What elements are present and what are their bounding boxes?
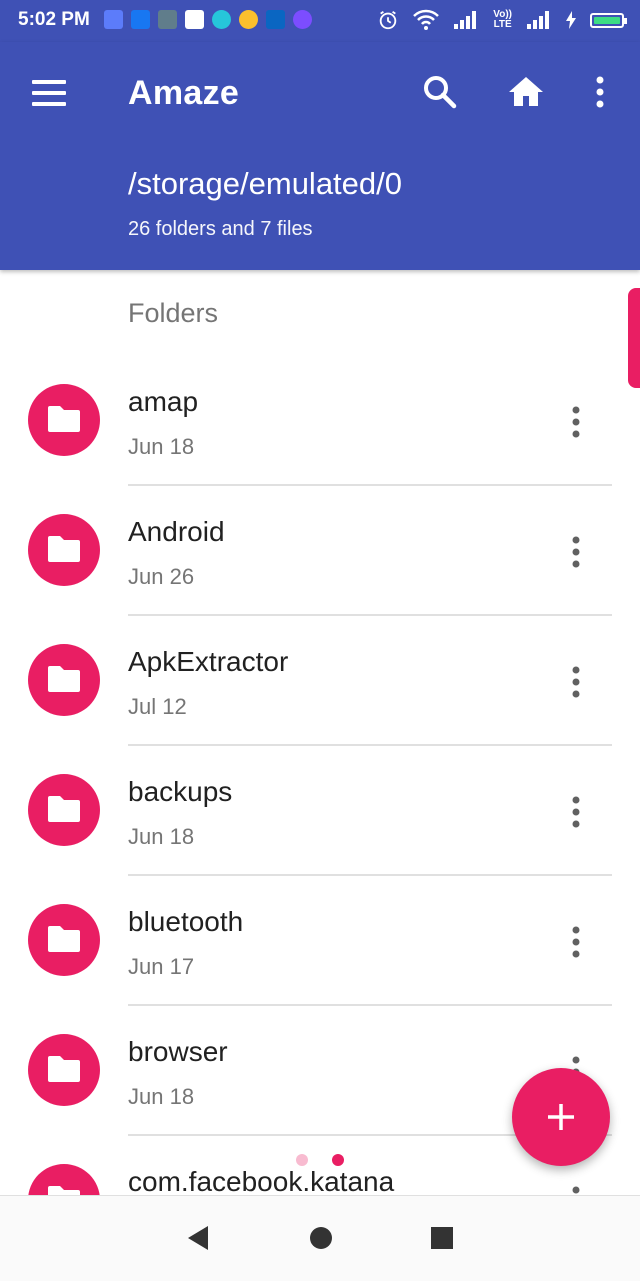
charging-icon [566, 11, 576, 29]
list-item[interactable]: amap Jun 18 [0, 356, 640, 486]
folder-icon [48, 1056, 80, 1082]
signal-icon [454, 11, 477, 29]
folder-icon [48, 536, 80, 562]
chrome-icon [239, 10, 258, 29]
more-options-icon[interactable] [560, 532, 592, 572]
folder-icon [48, 796, 80, 822]
battery-icon [590, 12, 627, 28]
back-icon[interactable] [186, 1224, 210, 1252]
volte-label: Vo)) LTE [493, 10, 512, 30]
volte-bottom: LTE [493, 19, 512, 30]
overflow-menu-icon[interactable] [580, 72, 620, 112]
signal-icon [527, 11, 549, 29]
list-item[interactable]: ApkExtractor Jul 12 [0, 616, 640, 746]
add-fab-button[interactable] [512, 1068, 610, 1166]
folder-avatar [28, 774, 100, 846]
folder-date: Jun 17 [128, 954, 195, 979]
status-bar: 5:02 PM Vo)) LTE [0, 0, 640, 42]
chat-icon [212, 10, 231, 29]
folder-name: bluetooth [128, 906, 244, 937]
status-right: Vo)) LTE [377, 9, 627, 31]
folder-icon [48, 406, 80, 432]
list-item[interactable]: Android Jun 26 [0, 486, 640, 616]
alarm-icon [380, 10, 397, 30]
folder-name: browser [128, 1036, 228, 1067]
folder-date: Jun 26 [128, 564, 195, 589]
more-options-icon[interactable] [560, 402, 592, 442]
folder-date: Jul 12 [128, 694, 187, 719]
current-path: /storage/emulated/0 [128, 166, 403, 201]
folder-avatar [28, 384, 100, 456]
gmail-icon [185, 10, 204, 29]
app-icon [158, 10, 177, 29]
app-icon [293, 10, 312, 29]
home-icon[interactable] [506, 72, 546, 112]
more-options-icon[interactable] [560, 662, 592, 702]
folder-name: amap [128, 386, 199, 417]
app-title: Amaze [128, 74, 240, 112]
folder-avatar [28, 514, 100, 586]
folder-avatar [28, 644, 100, 716]
folder-name: ApkExtractor [128, 646, 289, 677]
recents-icon[interactable] [430, 1224, 454, 1252]
folder-name: com.facebook.katana [128, 1166, 395, 1197]
status-time: 5:02 PM [18, 9, 90, 30]
menu-icon[interactable] [32, 80, 68, 108]
navigation-bar [0, 1195, 640, 1281]
list-item[interactable]: backups Jun 18 [0, 746, 640, 876]
folder-name: backups [128, 776, 233, 807]
list-item[interactable]: bluetooth Jun 17 [0, 876, 640, 1006]
more-options-icon[interactable] [560, 922, 592, 962]
usb-icon [104, 10, 123, 29]
folder-name: Android [128, 516, 225, 547]
folder-icon [48, 666, 80, 692]
search-icon[interactable] [420, 72, 460, 112]
app-bar: Amaze /storage/emulated/0 26 folders and… [0, 42, 640, 270]
page-indicator-dot [296, 1154, 308, 1166]
facebook-icon [131, 10, 150, 29]
folder-file-count: 26 folders and 7 files [128, 218, 313, 240]
more-options-icon[interactable] [560, 792, 592, 832]
folder-date: Jun 18 [128, 434, 195, 459]
linkedin-icon [266, 10, 285, 29]
home-nav-icon[interactable] [308, 1224, 334, 1252]
folder-date: Jun 18 [128, 1084, 195, 1109]
folder-avatar [28, 1034, 100, 1106]
notification-icons [104, 10, 312, 29]
section-header-folders: Folders [128, 298, 219, 328]
folder-avatar [28, 904, 100, 976]
folder-icon [48, 926, 80, 952]
folder-date: Jun 18 [128, 824, 195, 849]
wifi-icon [413, 9, 440, 30]
page-indicator-dot-active [332, 1154, 344, 1166]
plus-icon [548, 1104, 574, 1130]
